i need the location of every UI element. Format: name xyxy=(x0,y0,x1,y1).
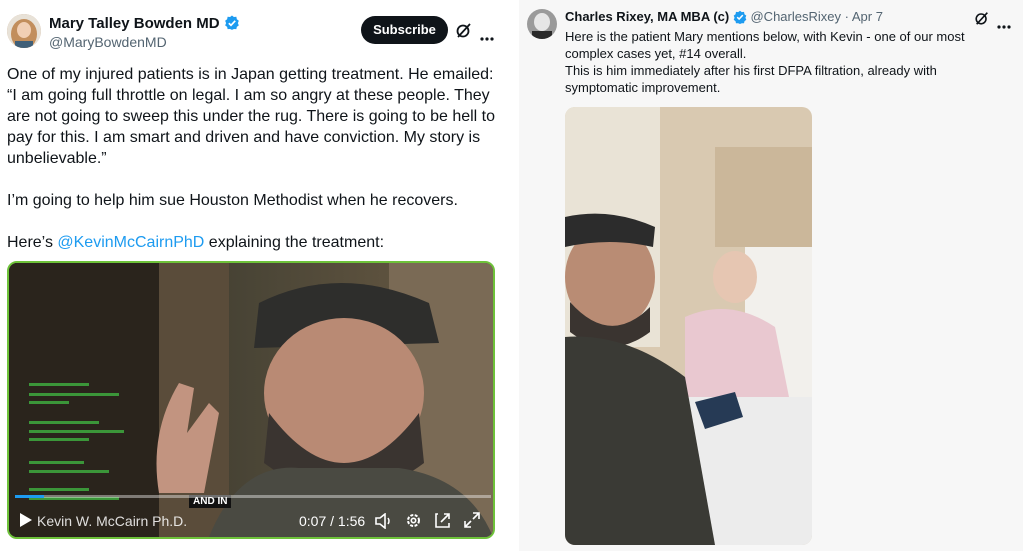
tweet-line-1: Here is the patient Mary mentions below,… xyxy=(565,29,965,61)
tweet-line-2: This is him immediately after his first … xyxy=(565,63,937,95)
subscribe-button[interactable]: Subscribe xyxy=(361,16,448,44)
paragraph-3-prefix: Here’s xyxy=(7,234,58,251)
author-handle[interactable]: @MaryBowdenMD xyxy=(49,34,167,50)
avatar-image xyxy=(527,9,557,39)
fullscreen-icon[interactable] xyxy=(464,512,480,533)
video-progress-fill xyxy=(15,495,44,498)
author-handle[interactable]: @CharlesRixey xyxy=(750,9,841,24)
avatar[interactable] xyxy=(527,9,557,39)
avatar[interactable] xyxy=(7,14,41,48)
left-tweet: Mary Talley Bowden MD @MaryBowdenMD Subs… xyxy=(0,0,519,551)
more-icon[interactable] xyxy=(480,28,494,46)
video-time: 0:07 / 1:56 xyxy=(299,513,366,529)
paragraph-3-suffix: explaining the treatment: xyxy=(204,234,385,251)
photo-image xyxy=(565,107,812,545)
mention-link[interactable]: @KevinMcCairnPhD xyxy=(57,234,204,251)
author-name[interactable]: Charles Rixey, MA MBA (c) xyxy=(565,9,729,24)
author-name[interactable]: Mary Talley Bowden MD xyxy=(49,15,220,32)
volume-icon[interactable] xyxy=(375,512,393,534)
verified-badge-icon xyxy=(733,10,747,27)
name-overlay: Kevin W. McCairn Ph.D. xyxy=(37,513,188,529)
video-player[interactable]: AND IN Kevin W. McCairn Ph.D. 0:07 / 1:5… xyxy=(7,261,495,539)
separator: · xyxy=(844,9,849,24)
tweet-photo[interactable] xyxy=(565,107,812,545)
video-progress-bar[interactable] xyxy=(15,495,491,498)
tweet-paragraph-1: One of my injured patients is in Japan g… xyxy=(7,66,496,167)
tweet-paragraph-2: I’m going to help him sue Houston Method… xyxy=(7,192,458,209)
tweet-paragraph-3: Here’s @KevinMcCairnPhD explaining the t… xyxy=(7,232,507,253)
tweet-text: One of my injured patients is in Japan g… xyxy=(7,64,507,253)
avatar-image xyxy=(7,14,41,48)
grok-icon[interactable] xyxy=(455,21,473,44)
settings-icon[interactable] xyxy=(405,512,422,534)
tweet-date[interactable]: Apr 7 xyxy=(852,9,883,24)
play-icon[interactable] xyxy=(19,512,33,533)
verified-badge-icon xyxy=(224,15,240,36)
tweet-text: Here is the patient Mary mentions below,… xyxy=(565,28,1005,96)
exit-icon[interactable] xyxy=(434,512,451,534)
